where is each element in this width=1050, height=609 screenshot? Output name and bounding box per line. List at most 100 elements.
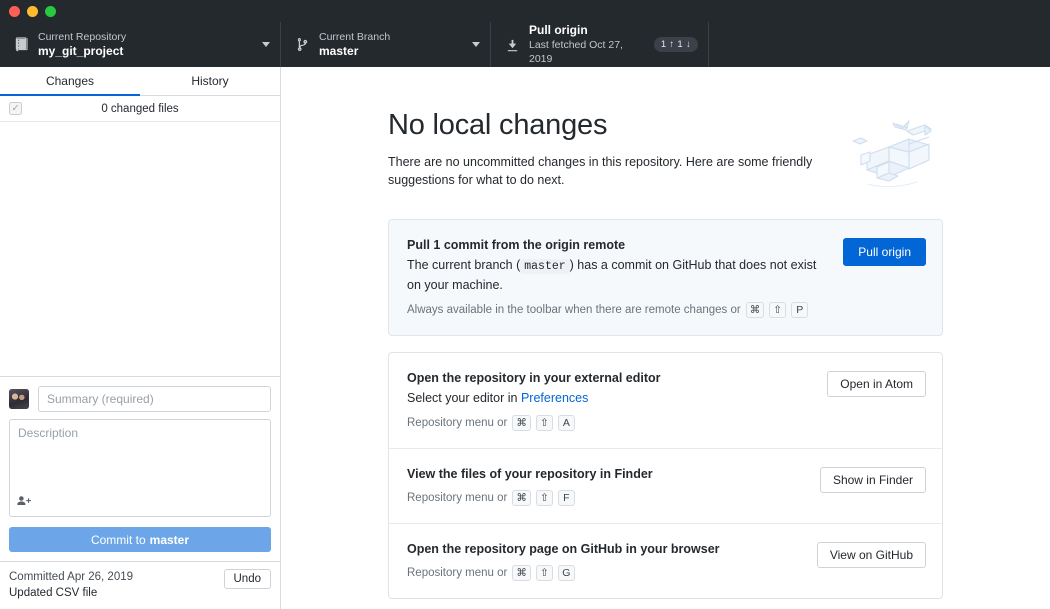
key-shift-icon: ⇧	[536, 565, 553, 581]
hint-text: Repository menu or	[407, 489, 507, 507]
changed-files-count: 0 changed files	[0, 103, 280, 115]
suggestion-title: Open the repository in your external edi…	[407, 369, 813, 387]
commit-button[interactable]: Commit to master	[9, 527, 271, 552]
commit-button-prefix: Commit to	[91, 533, 146, 547]
suggestion-title: Pull 1 commit from the origin remote	[407, 236, 829, 254]
commit-summary-row	[9, 386, 271, 412]
commit-description-input[interactable]	[10, 420, 270, 516]
changes-header: ✓ 0 changed files	[0, 96, 280, 122]
last-commit-message: Updated CSV file	[9, 585, 224, 601]
current-repository-value: my_git_project	[38, 44, 256, 59]
app-body: Changes History ✓ 0 changed files	[0, 67, 1050, 609]
view-on-github-button[interactable]: View on GitHub	[817, 542, 926, 568]
suggestion-shortcut-hint: Repository menu or ⌘ ⇧ A	[407, 414, 813, 432]
key-letter: P	[791, 302, 808, 318]
key-shift-icon: ⇧	[536, 415, 553, 431]
hint-text: Repository menu or	[407, 414, 507, 432]
suggestion-row-finder: View the files of your repository in Fin…	[389, 448, 942, 523]
current-branch-dropdown[interactable]: Current Branch master	[281, 22, 491, 67]
suggestion-action-column: Pull origin	[843, 236, 926, 266]
suggestion-description: The current branch (master) has a commit…	[407, 256, 829, 295]
desc-before: The current branch (	[407, 258, 520, 272]
current-repository-dropdown[interactable]: Current Repository my_git_project	[0, 22, 281, 67]
suggestion-editor-text: Open the repository in your external edi…	[407, 369, 827, 432]
suggestion-description: Select your editor in Preferences	[407, 389, 813, 408]
show-in-finder-button[interactable]: Show in Finder	[820, 467, 926, 493]
key-letter: F	[558, 490, 575, 506]
changed-files-list[interactable]	[0, 122, 280, 376]
commit-button-branch: master	[150, 533, 189, 547]
key-shift-icon: ⇧	[536, 490, 553, 506]
current-branch-label: Current Branch	[319, 31, 466, 44]
suggestion-finder-text: View the files of your repository in Fin…	[407, 465, 820, 507]
tab-changes[interactable]: Changes	[0, 67, 140, 95]
page-subtitle: There are no uncommitted changes in this…	[388, 153, 853, 189]
suggestion-action-column: Show in Finder	[820, 465, 926, 493]
commit-description-wrapper	[9, 419, 271, 517]
download-arrow-icon	[503, 37, 521, 52]
title-bar	[0, 0, 1050, 22]
current-repository-label: Current Repository	[38, 31, 256, 44]
last-commit-text: Committed Apr 26, 2019 Updated CSV file	[9, 569, 224, 601]
no-changes-panel: No local changes There are no uncommitte…	[388, 109, 943, 599]
commit-form: Commit to master	[0, 376, 280, 561]
pull-origin-text: Pull origin Last fetched Oct 27, 2019	[529, 23, 648, 66]
suggestion-action-column: Open in Atom	[827, 369, 926, 397]
key-command-icon: ⌘	[746, 302, 765, 318]
branch-code-chip: master	[520, 259, 569, 274]
open-in-atom-button[interactable]: Open in Atom	[827, 371, 926, 397]
suggestion-pull-text: Pull 1 commit from the origin remote The…	[407, 236, 843, 319]
desc-before: Select your editor in	[407, 391, 521, 405]
undo-button[interactable]: Undo	[224, 569, 272, 589]
suggestion-action-column: View on GitHub	[817, 540, 926, 568]
suggestion-github-text: Open the repository page on GitHub in yo…	[407, 540, 817, 582]
add-co-author-icon[interactable]	[17, 494, 31, 512]
suggestion-row-github: Open the repository page on GitHub in yo…	[389, 523, 942, 598]
toolbar-empty-space	[709, 22, 1050, 67]
pull-origin-sublabel: Last fetched Oct 27, 2019	[529, 38, 648, 66]
pull-origin-button[interactable]: Pull origin	[843, 238, 926, 266]
current-branch-value: master	[319, 44, 466, 59]
toolbar: Current Repository my_git_project Curren…	[0, 22, 1050, 67]
chevron-down-icon	[472, 42, 480, 47]
sidebar: Changes History ✓ 0 changed files	[0, 67, 281, 609]
chevron-down-icon	[262, 42, 270, 47]
minimize-window-button[interactable]	[27, 6, 38, 17]
pull-origin-label: Pull origin	[529, 23, 648, 38]
repo-icon	[12, 37, 30, 52]
tab-history[interactable]: History	[140, 67, 280, 95]
current-branch-text: Current Branch master	[319, 31, 466, 59]
avatar	[9, 389, 29, 409]
suggestion-card-pull: Pull 1 commit from the origin remote The…	[388, 219, 943, 336]
main-content: No local changes There are no uncommitte…	[281, 67, 1050, 609]
key-command-icon: ⌘	[512, 490, 531, 506]
suggestion-row-pull: Pull 1 commit from the origin remote The…	[389, 220, 942, 335]
suggestion-shortcut-hint: Repository menu or ⌘ ⇧ G	[407, 564, 803, 582]
suggestion-shortcut-hint: Always available in the toolbar when the…	[407, 301, 829, 319]
close-window-button[interactable]	[9, 6, 20, 17]
key-command-icon: ⌘	[512, 415, 531, 431]
key-shift-icon: ⇧	[769, 302, 786, 318]
maximize-window-button[interactable]	[45, 6, 56, 17]
key-command-icon: ⌘	[512, 565, 531, 581]
hint-text: Repository menu or	[407, 564, 507, 582]
suggestion-card-group: Open the repository in your external edi…	[388, 352, 943, 599]
ahead-behind-badge: 1 ↑ 1 ↓	[654, 37, 698, 52]
suggestion-title: View the files of your repository in Fin…	[407, 465, 806, 483]
hint-text: Always available in the toolbar when the…	[407, 301, 741, 319]
current-repository-text: Current Repository my_git_project	[38, 31, 256, 59]
sidebar-tabs: Changes History	[0, 67, 280, 96]
commit-summary-input[interactable]	[38, 386, 271, 412]
tab-changes-label: Changes	[46, 74, 94, 88]
preferences-link[interactable]: Preferences	[521, 391, 588, 405]
key-letter: G	[558, 565, 575, 581]
suggestion-title: Open the repository page on GitHub in yo…	[407, 540, 803, 558]
suggestions-list: Pull 1 commit from the origin remote The…	[388, 219, 943, 599]
page-title: No local changes	[388, 109, 943, 142]
last-commit-footer: Committed Apr 26, 2019 Updated CSV file …	[0, 561, 280, 609]
suggestion-row-editor: Open the repository in your external edi…	[389, 353, 942, 448]
last-commit-date: Committed Apr 26, 2019	[9, 569, 224, 585]
github-desktop-window: Current Repository my_git_project Curren…	[0, 0, 1050, 609]
pull-origin-toolbar-button[interactable]: Pull origin Last fetched Oct 27, 2019 1 …	[491, 22, 709, 67]
suggestion-shortcut-hint: Repository menu or ⌘ ⇧ F	[407, 489, 806, 507]
